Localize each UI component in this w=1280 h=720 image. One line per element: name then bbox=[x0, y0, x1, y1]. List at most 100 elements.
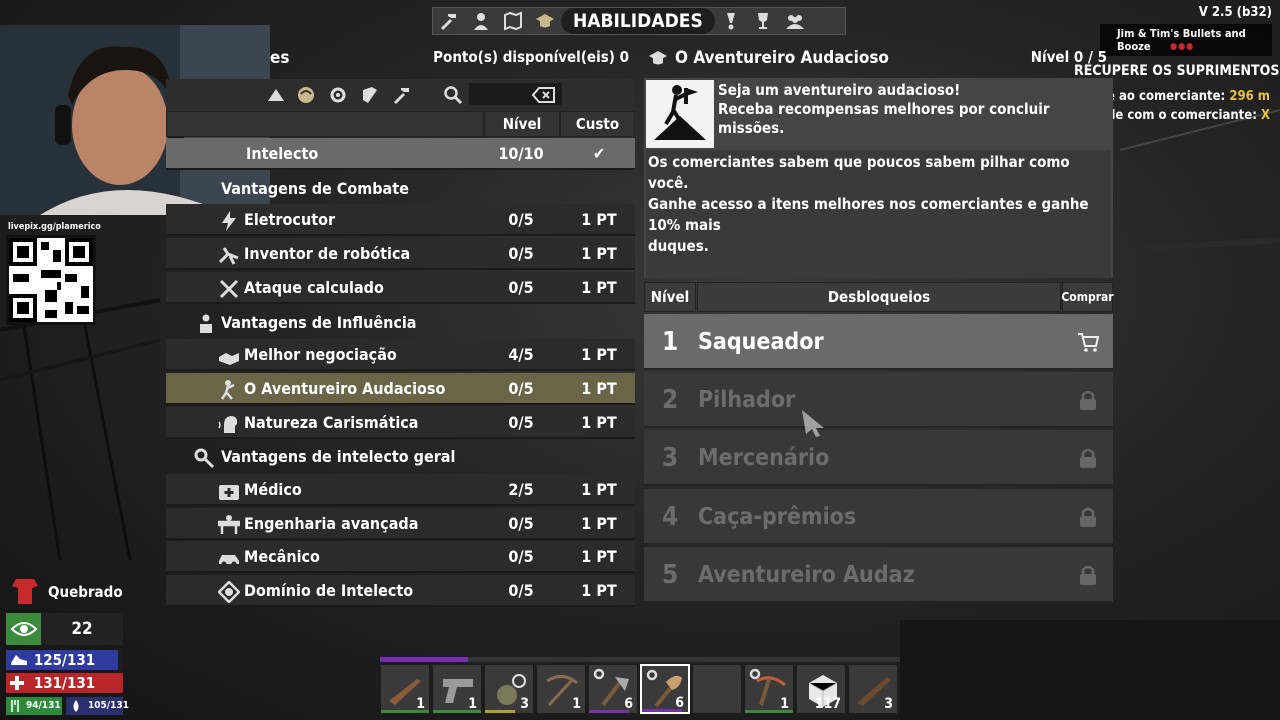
trophy-icon[interactable] bbox=[747, 8, 779, 34]
perk-short-line: Seja um aventureiro audacioso! bbox=[718, 81, 961, 99]
mastery-badge-icon bbox=[218, 581, 240, 603]
perk-row-physician[interactable]: Médico 2/5 1 PT bbox=[166, 474, 635, 506]
agility-filter-icon[interactable] bbox=[266, 85, 286, 105]
challenges-icon[interactable] bbox=[715, 8, 747, 34]
slot-count: 1 bbox=[468, 696, 477, 712]
row-cost: 1 PT bbox=[581, 244, 617, 263]
unlock-row-5[interactable]: 5 Aventureiro Audaz bbox=[644, 547, 1113, 603]
skills-filter-tabs bbox=[166, 79, 635, 111]
hammer-icon[interactable] bbox=[392, 85, 412, 105]
map-icon[interactable] bbox=[497, 8, 529, 34]
food-icon bbox=[11, 700, 19, 712]
row-level: 0/5 bbox=[508, 547, 534, 566]
row-level: 2/5 bbox=[508, 480, 534, 499]
slot-count: 117 bbox=[814, 696, 841, 712]
lock-icon bbox=[1080, 565, 1096, 585]
intellect-filter-icon[interactable] bbox=[296, 85, 316, 105]
unlock-row-2[interactable]: 2 Pilhador bbox=[644, 372, 1113, 428]
unlock-name: Pilhador bbox=[698, 387, 796, 413]
category-label: Vantagens de Influência bbox=[221, 313, 417, 332]
perk-row-intellect-mastery[interactable]: Domínio de Intelecto 0/5 1 PT bbox=[166, 575, 635, 607]
skills-cap-icon bbox=[649, 51, 667, 65]
adventurer-icon bbox=[220, 380, 235, 400]
row-label: Inventor de robótica bbox=[244, 244, 411, 263]
toolbelt-slot-3[interactable]: 3 bbox=[484, 664, 534, 714]
character-icon[interactable] bbox=[465, 8, 497, 34]
unlock-row-4[interactable]: 4 Caça-prêmios bbox=[644, 489, 1113, 545]
players-icon[interactable] bbox=[779, 8, 811, 34]
attribute-row-intellect[interactable]: Intelecto 10/10 ✔ bbox=[166, 138, 635, 170]
toolbelt-slot-8[interactable]: 1 bbox=[744, 664, 794, 714]
row-cost: 1 PT bbox=[581, 480, 617, 499]
stamina-value: 125/131 bbox=[33, 651, 96, 669]
row-level: 0/5 bbox=[508, 379, 534, 398]
toolbelt-slot-9[interactable]: 117 bbox=[796, 664, 846, 714]
qr-code-icon bbox=[6, 235, 96, 325]
unlock-level: 4 bbox=[662, 502, 679, 532]
perk-title: O Aventureiro Audacioso bbox=[675, 48, 889, 68]
row-label: Ataque calculado bbox=[244, 278, 384, 297]
row-cost: 1 PT bbox=[581, 278, 617, 297]
skills-header: es Ponto(s) disponível(eis) 0 bbox=[166, 43, 635, 73]
perk-long-line: Os comerciantes sabem que poucos sabem p… bbox=[648, 153, 1070, 192]
hammer-icon[interactable] bbox=[433, 8, 465, 34]
lock-icon bbox=[1080, 507, 1096, 527]
toolbelt: 1 1 3 1 6 6 1 117 3 bbox=[380, 657, 900, 715]
toolbelt-slot-6[interactable]: 6 bbox=[640, 664, 690, 714]
toolbelt-slot-4[interactable]: 1 bbox=[536, 664, 586, 714]
gear-icon[interactable] bbox=[328, 85, 348, 105]
slot-count: 6 bbox=[675, 695, 684, 711]
toolbelt-slot-7[interactable] bbox=[692, 664, 742, 714]
crossed-tools-icon bbox=[219, 279, 239, 299]
objective-line-label: Fale com o comerciante: bbox=[1096, 108, 1257, 123]
slot-count: 6 bbox=[624, 696, 633, 712]
skills-cap-icon[interactable] bbox=[529, 8, 561, 34]
perk-row-mechanic[interactable]: Mecânico 0/5 1 PT bbox=[166, 541, 635, 573]
row-label: Melhor negociação bbox=[244, 345, 397, 364]
durability-bar bbox=[485, 710, 515, 713]
toolbelt-slot-5[interactable]: 6 bbox=[588, 664, 638, 714]
perk-row-advanced-engineering[interactable]: Engenharia avançada 0/5 1 PT bbox=[166, 508, 635, 540]
objective-x-marker: X bbox=[1260, 108, 1270, 123]
perk-row-better-barter[interactable]: Melhor negociação 4/5 1 PT bbox=[166, 339, 635, 371]
row-cost: 1 PT bbox=[581, 345, 617, 364]
row-label: Intelecto bbox=[246, 144, 319, 163]
unlock-level: 1 bbox=[662, 327, 679, 357]
row-level: 0/5 bbox=[508, 581, 534, 600]
toolbelt-slot-2[interactable]: 1 bbox=[432, 664, 482, 714]
unlock-name: Caça-prêmios bbox=[698, 504, 857, 530]
search-icon[interactable] bbox=[443, 85, 463, 105]
perk-row-robotics-inventor[interactable]: Inventor de robótica 0/5 1 PT bbox=[166, 238, 635, 270]
perk-level: Nível 0 / 5 bbox=[1030, 48, 1107, 66]
book-icon[interactable] bbox=[360, 85, 380, 105]
slot-count: 3 bbox=[884, 696, 893, 712]
row-label: Eletrocutor bbox=[244, 210, 336, 229]
clear-search-icon[interactable] bbox=[532, 85, 556, 105]
perk-row-calculated-attack[interactable]: Ataque calculado 0/5 1 PT bbox=[166, 272, 635, 304]
unlock-row-1[interactable]: 1 Saqueador bbox=[644, 314, 1113, 370]
skills-title: es bbox=[270, 48, 290, 68]
toolbelt-slot-1[interactable]: 1 bbox=[380, 664, 430, 714]
row-label: Engenharia avançada bbox=[244, 514, 419, 533]
broken-armor-icon bbox=[12, 579, 38, 604]
health-bar: 131/131 bbox=[6, 673, 123, 693]
perk-long-line: duques. bbox=[648, 237, 709, 255]
row-cost: 1 PT bbox=[581, 581, 617, 600]
lock-icon bbox=[1080, 448, 1096, 468]
perk-short-line: Receba recompensas melhores por concluir… bbox=[718, 100, 1050, 137]
perk-row-electrocutor[interactable]: Eletrocutor 0/5 1 PT bbox=[166, 204, 635, 236]
row-cost: 1 PT bbox=[581, 413, 617, 432]
water-drop-icon bbox=[73, 700, 79, 712]
column-header-name bbox=[166, 111, 484, 137]
tab-skills[interactable]: HABILIDADES bbox=[561, 8, 715, 34]
column-header-cost: Custo bbox=[560, 111, 635, 137]
perk-row-charismatic-nature[interactable]: Natureza Carismática 0/5 1 PT bbox=[166, 407, 635, 439]
perk-detail-header: O Aventureiro Audacioso Nível 0 / 5 bbox=[644, 43, 1113, 73]
top-nav-bar: HABILIDADES bbox=[432, 7, 846, 35]
cart-icon[interactable] bbox=[1077, 331, 1099, 353]
perk-row-daring-adventurer[interactable]: O Aventureiro Audacioso 0/5 1 PT bbox=[166, 373, 635, 405]
objective-distance: 296 m bbox=[1229, 89, 1270, 104]
row-label: Médico bbox=[244, 480, 302, 499]
toolbelt-slot-10[interactable]: 3 bbox=[848, 664, 898, 714]
unlock-row-3[interactable]: 3 Mercenário bbox=[644, 430, 1113, 486]
